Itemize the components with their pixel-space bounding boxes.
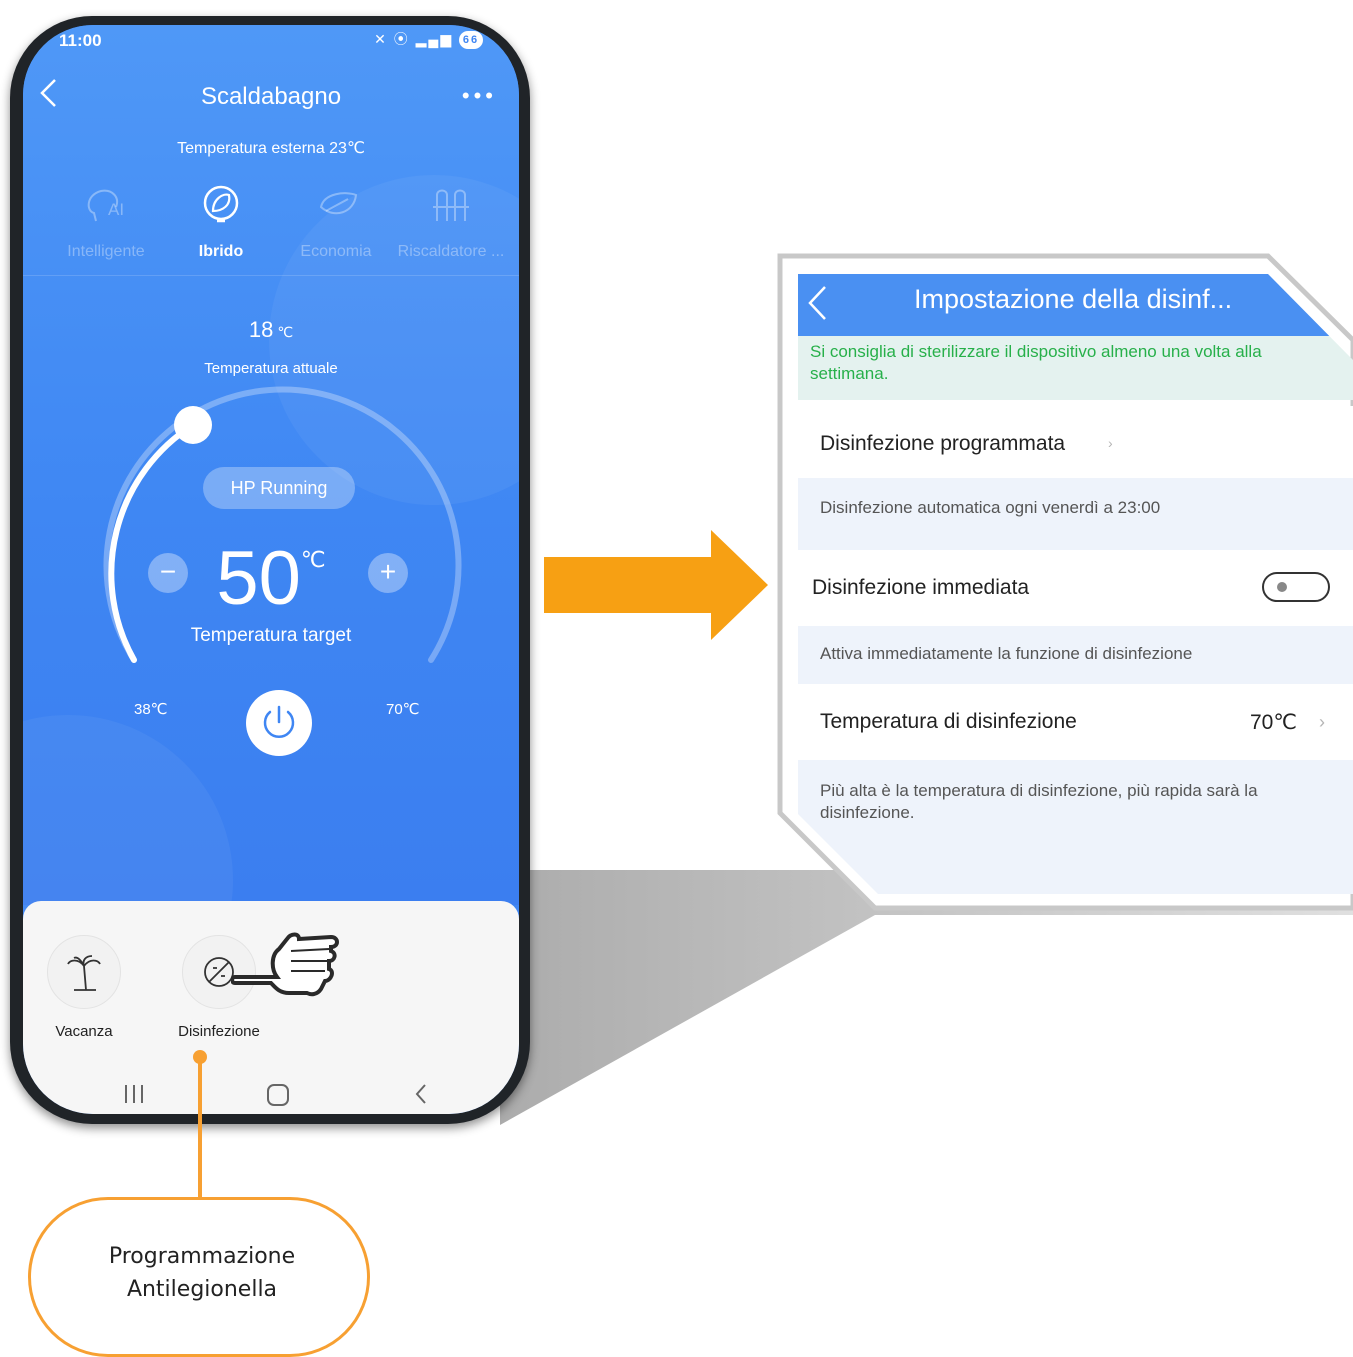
power-button[interactable]: [246, 690, 312, 756]
immediate-disinfection-toggle[interactable]: [1262, 572, 1330, 602]
disinfection-temperature-description: Più alta è la temperatura di disinfezion…: [798, 760, 1353, 894]
system-nav-bar: [125, 1084, 426, 1106]
scheduled-disinfection-label: Disinfezione programmata: [820, 432, 1066, 455]
arrow-right-icon: [544, 530, 768, 640]
callout-connector: [198, 1056, 202, 1199]
disinfection-temperature-value: 70℃: [1250, 711, 1297, 734]
disinfection-settings-panel: Impostazione della disinf... Si consigli…: [770, 248, 1353, 918]
home-icon: [267, 1084, 289, 1106]
status-badge: HP Running: [203, 467, 355, 509]
immediate-disinfection-row: Disinfezione immediata: [798, 550, 1353, 626]
callout-line-2: Antilegionella: [126, 1277, 278, 1302]
immediate-disinfection-description: Attiva immediatamente la funzione di dis…: [798, 626, 1353, 684]
temperature-dial[interactable]: [23, 25, 519, 905]
callout-dot: [193, 1050, 207, 1064]
disinfection-temperature-label: Temperatura di disinfezione: [820, 710, 1077, 733]
feature-icon-circle: [47, 935, 121, 1009]
feature-label: Vacanza: [55, 1023, 113, 1040]
palm-tree-icon: [67, 955, 101, 991]
feature-label: Disinfezione: [178, 1023, 260, 1040]
callout-text: Programmazione Antilegionella: [31, 1240, 373, 1306]
toggle-knob: [1277, 582, 1287, 592]
range-min: 38℃: [134, 701, 168, 718]
increase-temperature-button[interactable]: +: [368, 553, 408, 593]
panel-content: Impostazione della disinf... Si consigli…: [798, 274, 1353, 894]
range-max: 70℃: [386, 701, 420, 718]
target-temperature-value: 50: [216, 536, 301, 621]
dial-handle: [174, 406, 212, 444]
chevron-right-icon: ›: [1108, 435, 1113, 451]
phone-screen: 11:00 ✕ ⦿ ▂▄▆ 66 Scaldabagno ••• Tempera…: [23, 25, 519, 1114]
back-icon[interactable]: [806, 284, 828, 322]
target-temperature-unit: ℃: [300, 547, 326, 572]
callout-line-1: Programmazione: [108, 1244, 296, 1269]
scheduled-disinfection-description: Disinfezione automatica ogni venerdì a 2…: [798, 478, 1353, 550]
recent-apps-icon: [125, 1085, 143, 1103]
power-icon: [263, 705, 295, 738]
back-nav-icon: [415, 1084, 426, 1104]
feature-vacanza[interactable]: Vacanza: [39, 935, 129, 1040]
target-temperature-label: Temperatura target: [190, 625, 352, 646]
target-temperature: 50℃: [23, 535, 519, 622]
callout-bubble: Programmazione Antilegionella: [28, 1197, 370, 1357]
panel-header: Impostazione della disinf...: [798, 274, 1353, 336]
scheduled-disinfection-row[interactable]: Disinfezione programmata ›: [798, 406, 1353, 478]
chevron-right-icon: ›: [1319, 712, 1325, 732]
tip-banner: Si consiglia di sterilizzare il disposit…: [798, 336, 1353, 400]
disinfection-temperature-row[interactable]: Temperatura di disinfezione 70℃ ›: [798, 684, 1353, 760]
immediate-disinfection-label: Disinfezione immediata: [812, 576, 1030, 599]
phone-mockup: 11:00 ✕ ⦿ ▂▄▆ 66 Scaldabagno ••• Tempera…: [10, 16, 530, 1124]
pointing-hand-icon: [231, 932, 339, 997]
panel-title: Impostazione della disinf...: [914, 284, 1233, 314]
